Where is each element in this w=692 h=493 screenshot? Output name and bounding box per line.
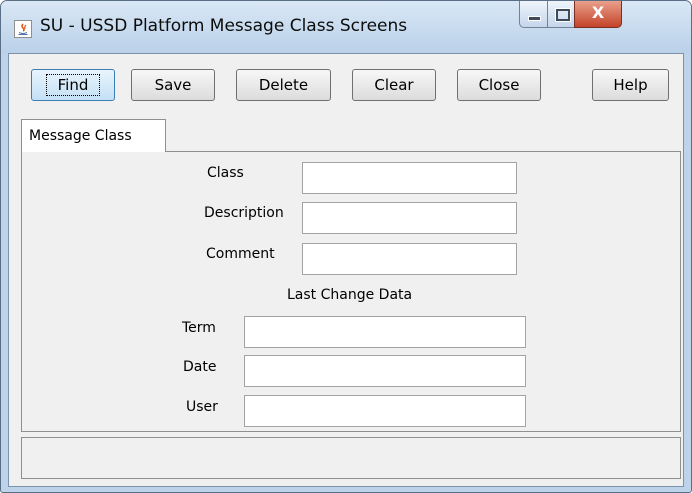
find-button[interactable]: Find	[31, 69, 115, 101]
tab-message-class[interactable]: Message Class	[21, 119, 166, 152]
title-bar[interactable]: SU - USSD Platform Message Class Screens…	[1, 1, 691, 53]
save-button[interactable]: Save	[131, 69, 215, 101]
message-class-panel: Class Description Comment Last Change Da…	[21, 151, 681, 432]
class-label: Class	[207, 165, 244, 181]
class-field[interactable]	[302, 162, 517, 194]
status-bar	[21, 437, 681, 479]
minimize-button[interactable]	[519, 1, 548, 28]
clear-button[interactable]: Clear	[352, 69, 436, 101]
find-button-label: Find	[45, 74, 101, 96]
term-label: Term	[182, 320, 216, 336]
close-button[interactable]: Close	[457, 69, 541, 101]
delete-button[interactable]: Delete	[236, 69, 331, 101]
user-label: User	[186, 399, 218, 415]
close-icon: X	[591, 3, 605, 22]
window-content: Find Save Delete Clear Close Help Messag…	[8, 53, 684, 487]
description-field[interactable]	[302, 202, 517, 234]
minimize-icon	[528, 16, 541, 21]
last-change-heading: Last Change Data	[287, 287, 413, 303]
app-window: SU - USSD Platform Message Class Screens…	[0, 0, 692, 493]
user-field[interactable]	[244, 395, 526, 427]
comment-label: Comment	[206, 246, 275, 262]
close-window-button[interactable]: X	[574, 1, 622, 28]
window-title: SU - USSD Platform Message Class Screens	[40, 16, 408, 36]
comment-field[interactable]	[302, 243, 517, 275]
maximize-button[interactable]	[547, 1, 575, 28]
java-app-icon	[14, 20, 32, 38]
description-label: Description	[204, 205, 284, 221]
maximize-icon	[555, 8, 571, 22]
date-field[interactable]	[244, 355, 526, 387]
term-field[interactable]	[244, 316, 526, 348]
date-label: Date	[183, 359, 217, 375]
help-button[interactable]: Help	[592, 69, 669, 101]
